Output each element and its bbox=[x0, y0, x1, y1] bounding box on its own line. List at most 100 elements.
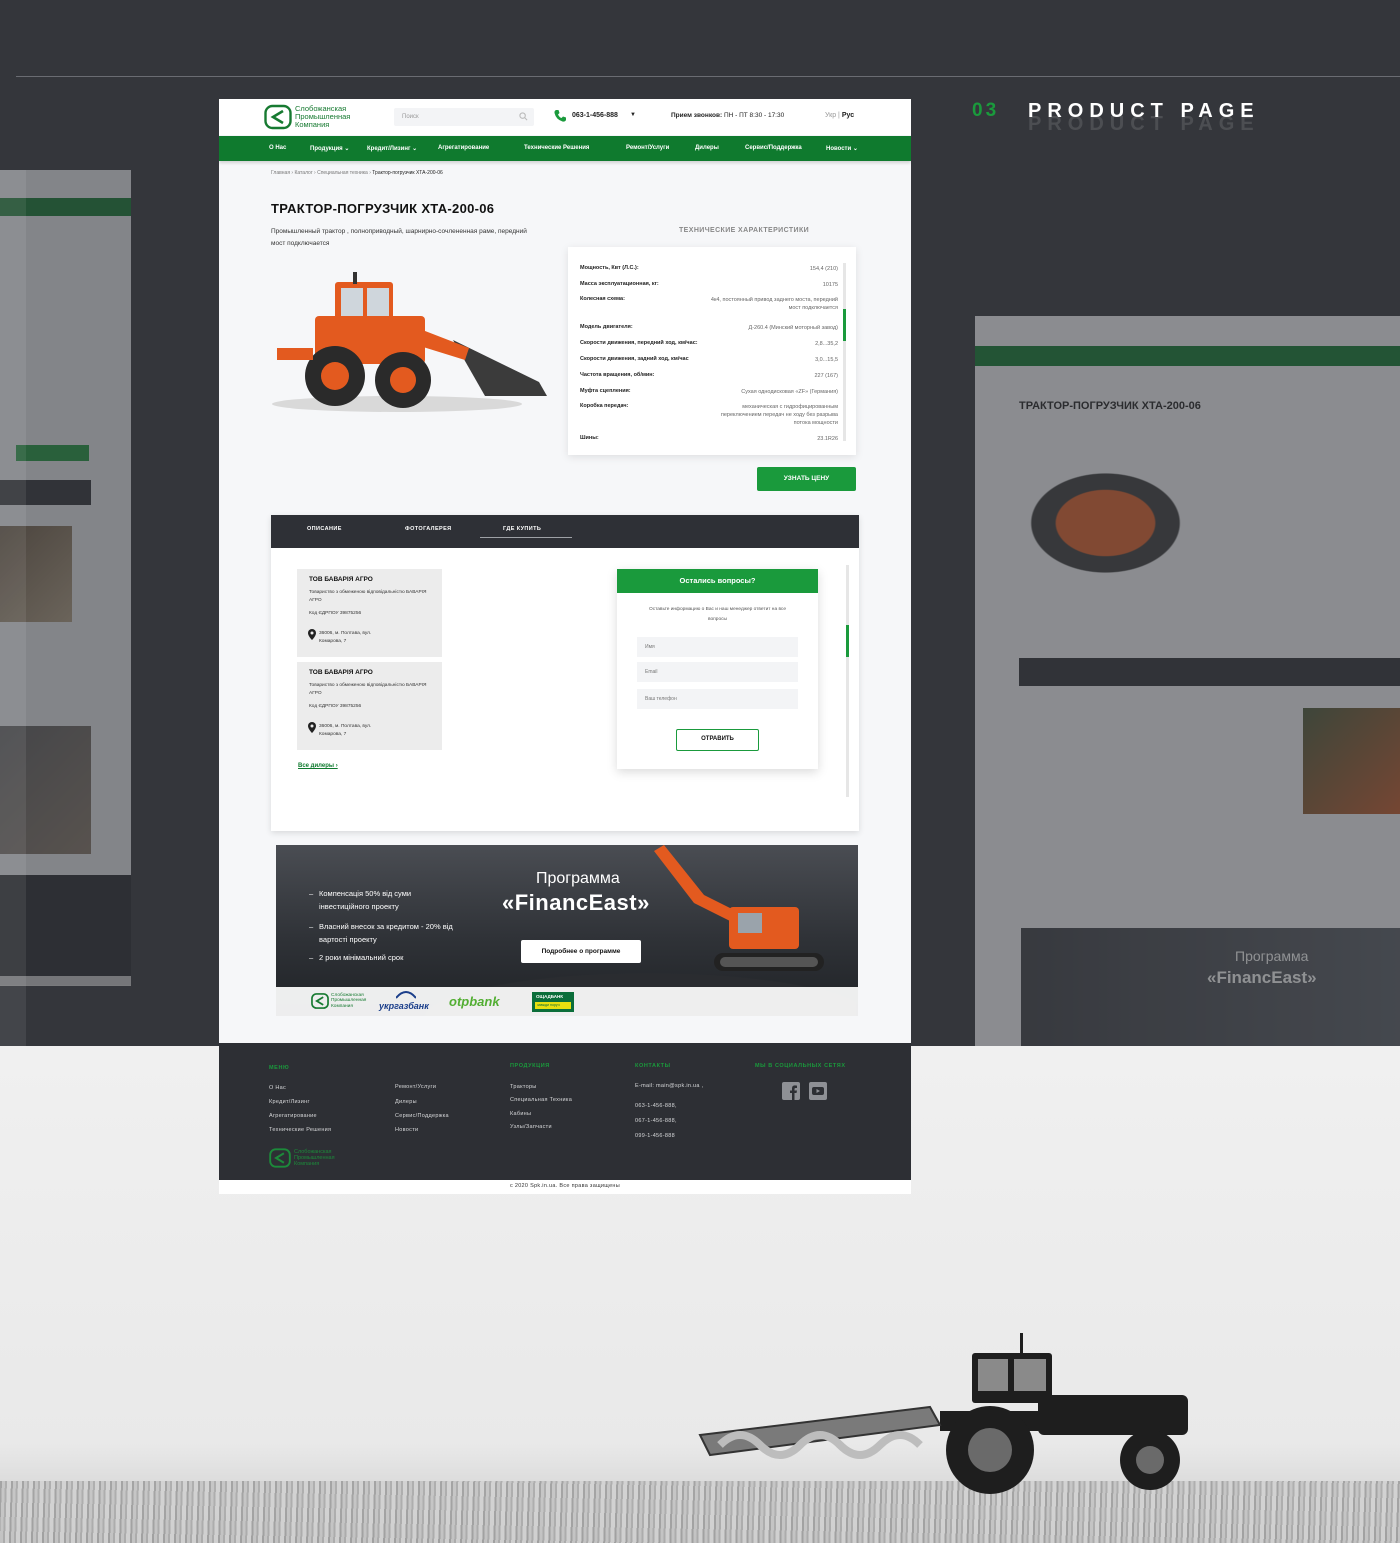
specs-scrollbar[interactable] bbox=[843, 263, 846, 441]
nav-item-products[interactable]: Продукция ⌄ bbox=[310, 145, 349, 152]
partner-oschadbank-logo: ОЩАДБАНК завжди поруч bbox=[532, 992, 574, 1012]
banner-bullet: – Власний внесок за кредитом - 20% від ва… bbox=[309, 922, 453, 944]
nav-item-credit[interactable]: Кредит/Лизинг ⌄ bbox=[367, 145, 417, 152]
breadcrumb: Главная › Каталог › Специальная техника … bbox=[271, 170, 443, 176]
footer-link[interactable]: Специальная Техника bbox=[510, 1097, 572, 1103]
footer-menu-heading: МЕНЮ bbox=[269, 1065, 290, 1071]
ghost-tractor-image bbox=[1011, 446, 1221, 586]
question-form-title: Остались вопросы? bbox=[617, 569, 818, 593]
company-logo-icon bbox=[311, 993, 329, 1009]
nav-item-news[interactable]: Новости ⌄ bbox=[826, 145, 858, 152]
ghost-preview-right: ТРАКТОР-ПОГРУЗЧИК ХТА-200-06 Программа «… bbox=[975, 316, 1400, 1046]
footer-phone[interactable]: 063-1-456-888, bbox=[635, 1103, 677, 1109]
ghost-banner-title: «FinancEast» bbox=[1207, 968, 1317, 987]
breadcrumb-trail[interactable]: Главная › Каталог › Специальная техника … bbox=[271, 170, 371, 176]
nav-item-tech-solutions[interactable]: Технические Решения bbox=[524, 145, 589, 151]
specs-card: Мощность, Квт (Л.С.): 154,4 (210) Масса э… bbox=[568, 247, 856, 455]
language-switcher: Укр | Рус bbox=[825, 112, 855, 119]
dealer-code: Код ЄДРПОУ 39875256 bbox=[309, 611, 362, 616]
location-pin-icon bbox=[308, 629, 316, 640]
dealer-address: 36006, м. Полтава, вул. Комарова, 7 bbox=[319, 631, 372, 644]
breadcrumb-current: Трактор-погрузчик ХТА-200-06 bbox=[372, 170, 443, 176]
dealer-code: Код ЄДРПОУ 39875256 bbox=[309, 704, 362, 709]
active-tab-indicator bbox=[480, 537, 572, 538]
ghost-photo bbox=[1303, 708, 1400, 814]
phone-dropdown-icon[interactable]: ▼ bbox=[630, 112, 636, 118]
footer-link[interactable]: Ремонт/Услуги bbox=[395, 1084, 436, 1090]
call-hours: Прием звонков: ПН - ПТ 8:30 - 17:30 bbox=[671, 112, 785, 119]
footer-phone[interactable]: 067-1-456-888, bbox=[635, 1118, 677, 1124]
section-number: 03 bbox=[972, 100, 1000, 121]
partner-spk-logo: Слобожанская Промышленная Компания bbox=[311, 992, 366, 1010]
footer-link[interactable]: Дилеры bbox=[395, 1099, 417, 1105]
footer-link[interactable]: Кабины bbox=[510, 1111, 531, 1117]
tab-gallery[interactable]: ФОТОГАЛЕРЕЯ bbox=[405, 526, 452, 532]
dealer-name: ТОВ БАВАРІЯ АГРО bbox=[309, 669, 373, 676]
footer-link[interactable]: Технические Решения bbox=[269, 1127, 331, 1133]
nav-item-about[interactable]: О Нас bbox=[269, 145, 286, 151]
tab-description[interactable]: ОПИСАНИЕ bbox=[307, 526, 342, 532]
youtube-icon[interactable] bbox=[809, 1082, 827, 1100]
ukrgasbank-mark-icon bbox=[396, 991, 416, 999]
footer-logo[interactable]: Слобожанская Промышленная Компания bbox=[269, 1147, 335, 1169]
phone-field[interactable]: Ваш телефон bbox=[637, 689, 798, 709]
product-subtitle: Промышленный трактор , полноприводный, ш… bbox=[271, 228, 527, 247]
header-phone[interactable]: 063-1-456-888 bbox=[572, 112, 618, 119]
product-tabs-panel: ОПИСАНИЕ ФОТОГАЛЕРЕЯ ГДЕ КУПИТЬ ТОВ БАВА… bbox=[271, 515, 859, 831]
banner-bullet: – Компенсація 50% від суми інвестиційного… bbox=[309, 889, 412, 911]
footer-link[interactable]: Тракторы bbox=[510, 1084, 537, 1090]
all-dealers-link[interactable]: Все дилеры › bbox=[298, 763, 338, 769]
footer-link[interactable]: Кредит/Лизинг bbox=[269, 1099, 310, 1105]
email-field[interactable]: Email bbox=[637, 662, 798, 682]
tractor-loader-image bbox=[272, 272, 547, 412]
main-nav: О Нас Продукция ⌄ Кредит/Лизинг ⌄ Агрега… bbox=[219, 136, 911, 161]
name-field[interactable]: Имя bbox=[637, 637, 798, 657]
lang-ukr[interactable]: Укр bbox=[825, 112, 836, 119]
ghost-nav bbox=[975, 346, 1400, 366]
ghost-banner-title: Программа bbox=[1235, 948, 1309, 964]
search-icon[interactable] bbox=[519, 112, 528, 121]
footer-link[interactable]: Сервис/Поддержка bbox=[395, 1113, 449, 1119]
search-input[interactable]: Поиск bbox=[394, 108, 534, 126]
tab-where-to-buy[interactable]: ГДЕ КУПИТЬ bbox=[503, 526, 541, 532]
nav-item-repair[interactable]: Ремонт/Услуги bbox=[626, 145, 669, 151]
phone-icon bbox=[554, 110, 566, 122]
footer-link[interactable]: Узлы/Запчасти bbox=[510, 1124, 552, 1130]
nav-item-aggregation[interactable]: Агрегатирование bbox=[438, 145, 489, 151]
specs-scrollbar-thumb[interactable] bbox=[843, 309, 846, 341]
location-pin-icon bbox=[308, 722, 316, 733]
get-price-button[interactable]: УЗНАТЬ ЦЕНУ bbox=[757, 467, 856, 491]
company-logo-icon bbox=[269, 1148, 291, 1168]
nav-item-dealers[interactable]: Дилеры bbox=[695, 145, 719, 151]
facebook-icon[interactable] bbox=[782, 1082, 800, 1100]
product-page: Слобожанская Промышленная Компания Поиск… bbox=[219, 99, 911, 1046]
submit-button[interactable]: ОТРАВИТЬ bbox=[676, 729, 759, 751]
footer-phone[interactable]: 099-1-456-888 bbox=[635, 1133, 675, 1139]
question-form-text: Оставьте информацию о Вас и наш менеджер… bbox=[648, 607, 787, 622]
footer-link[interactable]: Новости bbox=[395, 1127, 418, 1133]
footer-social-heading: МЫ В СОЦИАЛЬНЫХ СЕТЯХ bbox=[755, 1063, 846, 1069]
partner-otp-logo: otpbank bbox=[449, 994, 500, 1009]
question-form: Остались вопросы? Оставьте информацию о … bbox=[617, 569, 818, 769]
footer-link[interactable]: Агрегатирование bbox=[269, 1113, 317, 1119]
program-details-button[interactable]: Подробнее о программе bbox=[521, 940, 641, 963]
ghost-title: ТРАКТОР-ПОГРУЗЧИК ХТА-200-06 bbox=[1019, 400, 1201, 412]
financeast-banner: – Компенсація 50% від суми інвестиційного… bbox=[276, 845, 858, 1016]
ghost-price-button bbox=[16, 445, 89, 461]
dealer-card: ТОВ БАВАРІЯ АГРО Товариство з обмеженою … bbox=[297, 662, 442, 750]
panel-scrollbar-thumb[interactable] bbox=[846, 625, 849, 657]
excavator-image bbox=[654, 845, 824, 971]
lang-rus[interactable]: Рус bbox=[842, 112, 854, 119]
nav-item-service[interactable]: Сервис/Поддержка bbox=[745, 145, 802, 151]
site-footer: МЕНЮ О Нас Кредит/Лизинг Агрегатирование… bbox=[219, 1043, 911, 1180]
partner-ukrgasbank-logo: укргазбанк bbox=[379, 1001, 429, 1011]
footer-link[interactable]: О Нас bbox=[269, 1085, 286, 1091]
top-divider bbox=[16, 76, 1400, 77]
dealer-name: ТОВ БАВАРІЯ АГРО bbox=[309, 576, 373, 583]
footer-email[interactable]: E-mail: main@spk.in.ua , bbox=[635, 1083, 703, 1089]
dealer-card: ТОВ БАВАРІЯ АГРО Товариство з обмеженою … bbox=[297, 569, 442, 657]
panel-scrollbar[interactable] bbox=[846, 565, 849, 797]
tabs-bar: ОПИСАНИЕ ФОТОГАЛЕРЕЯ ГДЕ КУПИТЬ bbox=[271, 515, 859, 548]
site-logo[interactable]: Слобожанская Промышленная Компания bbox=[264, 103, 350, 131]
dealer-description: Товариство з обмеженою відповідальністю … bbox=[309, 683, 427, 696]
